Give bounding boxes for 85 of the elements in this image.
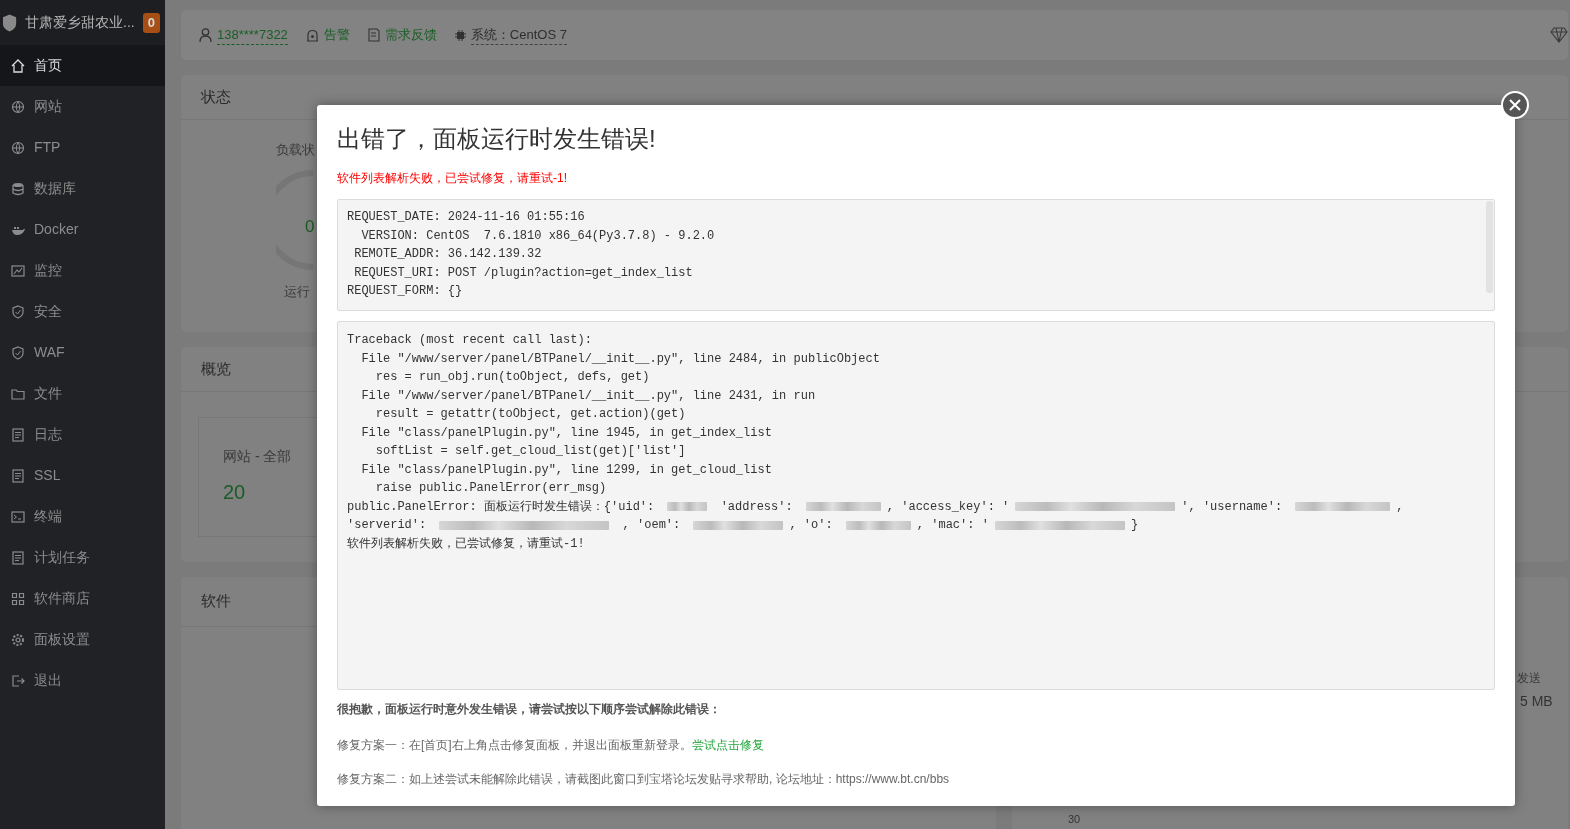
sidebar-item[interactable]: SSL <box>0 455 165 496</box>
request-info-line: REQUEST_DATE: 2024-11-16 01:55:16 <box>347 209 585 226</box>
traceback-text: ', 'username': <box>1181 498 1284 516</box>
traceback-text: File "class/panelPlugin.py", line 1299, in get_cloud_list <box>360 461 772 479</box>
pixelated-redaction <box>845 520 911 530</box>
fix-one-text: 修复方案一：在[首页]右上角点击修复面板，并退出面板重新登录。 <box>337 738 692 752</box>
traceback-text: File "class/panelPlugin.py", line 1945, in get_index_list <box>360 424 772 442</box>
exit-icon <box>11 673 25 688</box>
repair-link[interactable]: 尝试点击修复 <box>691 738 764 752</box>
traceback-text: public.PanelError: 面板运行时发生错误：{'uid': <box>347 498 656 516</box>
card-title: 状态 <box>201 86 231 107</box>
traceback-text: , 'access_key': ' <box>886 498 1010 516</box>
traceback-text: 'serverid': <box>347 517 428 534</box>
card-title: 概览 <box>201 358 231 379</box>
traceback-text: File "/www/server/panel/BTPanel/__init__.py", line 2484, in publicObject <box>360 350 880 368</box>
dialog-title: 出错了，面板运行时发生错误! <box>337 124 657 154</box>
chart-icon <box>11 263 25 278</box>
document-icon <box>11 427 25 442</box>
sidebar-item[interactable]: 数据库 <box>0 168 165 209</box>
error-message: 软件列表解析失败，已尝试修复，请重试-1! <box>337 170 568 187</box>
sidebar-item[interactable]: 网站 <box>0 86 165 127</box>
traceback-text: raise public.PanelError(err_msg) <box>374 480 607 497</box>
globe-icon <box>11 99 25 114</box>
sidebar-item[interactable]: 面板设置 <box>0 619 165 660</box>
traceback-text: Traceback (most recent call last): <box>347 332 592 349</box>
scrollbar-thumb[interactable] <box>1486 201 1493 293</box>
notification-badge[interactable]: 0 <box>142 12 160 33</box>
shield-icon <box>11 345 25 360</box>
chip-icon <box>454 29 466 41</box>
sidebar-item[interactable]: 终端 <box>0 496 165 537</box>
traceback-text: File "/www/server/panel/BTPanel/__init__.py", line 2431, in run <box>360 387 816 405</box>
traceback-text: } <box>1130 517 1139 534</box>
request-info-line: REQUEST_FORM: {} <box>347 283 463 300</box>
sidebar-item[interactable]: 首页 <box>0 45 165 86</box>
database-icon <box>11 181 25 196</box>
traceback-text: , 'mac': ' <box>916 517 989 534</box>
terminal-icon <box>11 509 25 524</box>
home-icon <box>11 58 25 73</box>
traceback-text: , 'oem': <box>621 517 682 534</box>
site-stat-label: 网站 - 全部 <box>223 447 292 466</box>
grid-icon <box>11 591 25 606</box>
sidebar-item[interactable]: 计划任务 <box>0 537 165 578</box>
axis-tick: 30 <box>1068 812 1081 827</box>
alarm-icon <box>305 28 319 42</box>
help-heading: 很抱歉，面板运行时意外发生错误，请尝试按以下顺序尝试解除此错误： <box>337 701 722 718</box>
traceback-text: 'address': <box>719 498 794 516</box>
traceback-text: softList = self.get_cloud_list(get)['list'] <box>374 443 686 460</box>
folder-icon <box>11 386 25 401</box>
site-title: 甘肃爱乡甜农业... <box>25 13 135 32</box>
system-info: 系统：CentOS 7 <box>470 24 567 46</box>
card-title: 软件 <box>201 591 231 612</box>
globe-icon <box>11 140 25 155</box>
sidebar-item[interactable]: 日志 <box>0 414 165 455</box>
traceback-text: 软件列表解析失败，已尝试修复，请重试-1! <box>347 535 585 553</box>
fix-two-text: 修复方案二：如上述尝试未能解除此错误，请截图此窗口到宝塔论坛发贴寻求帮助, 论坛地址：https://www.bt.cn/bbs <box>337 771 951 788</box>
sidebar-item[interactable]: 退出 <box>0 660 165 701</box>
document-icon <box>11 550 25 565</box>
traceback-text: result = getattr(toObject, get.action)(get) <box>374 406 686 423</box>
sidebar-item[interactable]: 文件 <box>0 373 165 414</box>
sidebar-item[interactable]: 监控 <box>0 250 165 291</box>
settings-icon <box>11 632 25 647</box>
diamond-icon[interactable] <box>1550 27 1568 43</box>
edit-note-icon <box>367 28 380 42</box>
traceback-text: res = run_obj.run(toObject, defs, get) <box>374 369 650 386</box>
run-label: 运行 <box>284 282 310 301</box>
load-label: 负载状 <box>276 141 315 159</box>
shield-icon <box>11 304 25 319</box>
request-info-line: REQUEST_URI: POST /plugin?action=get_index_list <box>353 264 693 282</box>
sidebar-item[interactable]: Docker <box>0 209 165 250</box>
user-icon <box>199 28 212 42</box>
sidebar-item[interactable]: 软件商店 <box>0 578 165 619</box>
request-info-line: REMOTE_ADDR: 36.142.139.32 <box>353 246 542 263</box>
request-info-line: VERSION: CentOS 7.6.1810 x86_64(Py3.7.8) - 9.2.0 <box>360 227 715 245</box>
send-label: 发送 <box>1517 670 1541 687</box>
close-icon <box>1509 99 1521 111</box>
sidebar-item[interactable]: WAF <box>0 332 165 373</box>
shield-logo-icon <box>2 13 18 32</box>
traceback-text: , <box>1396 498 1404 516</box>
sidebar-item[interactable]: 安全 <box>0 291 165 332</box>
send-value: 5 MB <box>1520 692 1553 711</box>
sidebar-item[interactable]: FTP <box>0 127 165 168</box>
traceback-text: , 'o': <box>789 517 834 534</box>
load-value: 0 <box>305 216 315 238</box>
document-icon <box>11 468 25 483</box>
pixelated-redaction <box>667 502 708 512</box>
